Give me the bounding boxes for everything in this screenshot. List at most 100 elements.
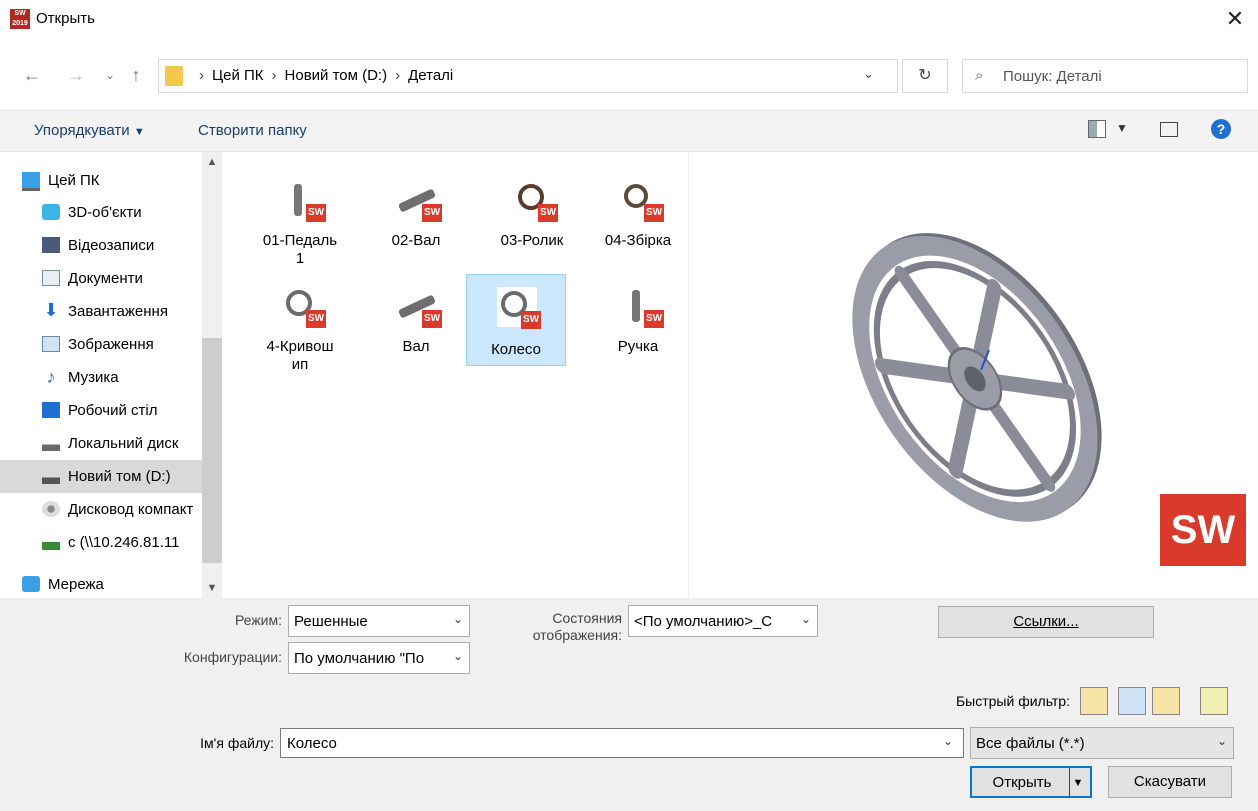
address-bar[interactable]: › Цей ПК › Новий том (D:) › Деталі ⌄	[158, 59, 898, 93]
file-name: 02-Вал	[391, 232, 441, 249]
breadcrumb-item[interactable]: Деталі	[408, 67, 453, 84]
filename-value: Колесо	[287, 735, 337, 752]
search-icon: ⌕	[975, 67, 984, 84]
sidebar-item-music[interactable]: ♪ Музика	[0, 361, 202, 394]
filter-assemblies-icon[interactable]	[1118, 687, 1146, 715]
filter-top-level-assemblies-icon[interactable]	[1200, 687, 1228, 715]
assembly-file-icon: SW	[620, 180, 664, 222]
sidebar-item-videos[interactable]: Відеозаписи	[0, 229, 202, 262]
file-item-selected[interactable]: SW Колесо	[466, 274, 566, 366]
sidebar-item-drive-d[interactable]: Новий том (D:)	[0, 460, 202, 493]
file-name: 4-Кривош	[266, 338, 334, 355]
references-button[interactable]: Ссылки...	[938, 606, 1154, 638]
filename-input[interactable]: Колесо ⌄	[280, 728, 964, 758]
refresh-icon[interactable]: ↻	[902, 59, 948, 93]
part-file-icon: SW	[514, 180, 558, 222]
new-folder-button[interactable]: Створити папку	[198, 122, 307, 139]
mode-value: Решенные	[294, 613, 368, 630]
sidebar-item-downloads[interactable]: ⬇ Завантаження	[0, 295, 202, 328]
3d-objects-icon	[42, 204, 60, 220]
file-item[interactable]: SW Ручка	[588, 278, 688, 370]
chevron-down-icon[interactable]: ⌄	[943, 734, 953, 748]
sidebar-item-cd-drive[interactable]: Дисковод компакт	[0, 493, 202, 526]
sidebar-item-network-drive[interactable]: c (\\10.246.81.11	[0, 526, 202, 559]
up-arrow-icon[interactable]: ↑	[124, 60, 148, 90]
file-name: 03-Ролик	[500, 232, 564, 249]
close-icon[interactable]: ✕	[1220, 4, 1250, 34]
file-item[interactable]: SW 03-Ролик	[482, 172, 582, 264]
display-states-select[interactable]: <По умолчанию>_С ⌄	[628, 605, 818, 637]
filter-parts-icon[interactable]	[1080, 687, 1108, 715]
configurations-value: По умолчанию "По	[294, 650, 425, 667]
sidebar-scrollbar-thumb[interactable]	[202, 338, 222, 563]
chevron-down-icon[interactable]: ⌄	[863, 66, 874, 82]
cd-drive-icon	[42, 501, 60, 517]
cancel-button[interactable]: Скасувати	[1108, 766, 1232, 798]
drive-icon	[42, 468, 60, 484]
help-icon[interactable]: ?	[1211, 119, 1231, 139]
scroll-down-icon[interactable]: ▼	[202, 578, 222, 598]
part-file-icon: SW	[282, 286, 326, 328]
solidworks-app-icon: SW 2019	[10, 9, 30, 29]
file-item[interactable]: SW Вал	[366, 278, 466, 370]
sidebar-item-this-pc[interactable]: Цей ПК	[0, 164, 202, 197]
filename-label: Ім'я файлу:	[200, 735, 274, 751]
quick-filter-label: Быстрый фильтр:	[955, 693, 1070, 709]
part-file-icon: SW	[620, 286, 664, 328]
breadcrumb-item[interactable]: Цей ПК	[212, 67, 264, 84]
organize-menu-button[interactable]: Упорядкувати ▼	[34, 122, 145, 139]
folder-icon	[165, 66, 183, 86]
preview-pane-icon[interactable]	[1160, 122, 1178, 137]
file-item[interactable]: SW 02-Вал	[366, 172, 466, 264]
file-item[interactable]: SW 01-Педаль 1	[250, 172, 350, 267]
file-name: Колесо	[491, 341, 541, 358]
file-name: 01-Педаль	[262, 232, 338, 249]
videos-icon	[42, 237, 60, 253]
chevron-down-icon: ⌄	[800, 612, 811, 626]
open-button[interactable]: Открыть ▼	[970, 766, 1092, 798]
chevron-down-icon: ⌄	[452, 649, 463, 663]
chevron-down-icon: ⌄	[1216, 734, 1227, 748]
downloads-icon: ⬇	[43, 300, 59, 320]
part-file-icon: SW	[397, 180, 442, 222]
file-item[interactable]: SW 04-Збірка	[588, 172, 688, 264]
change-view-icon[interactable]	[1088, 120, 1106, 138]
file-item[interactable]: SW 4-Кривош ип	[250, 278, 350, 373]
file-name-wrap: 1	[295, 250, 305, 267]
search-input[interactable]: ⌕ Пошук: Деталі	[962, 59, 1248, 93]
part-file-icon: SW	[397, 286, 442, 328]
documents-icon	[42, 270, 60, 286]
sidebar-item-local-disk[interactable]: Локальний диск	[0, 427, 202, 460]
file-type-value: Все файлы (*.*)	[976, 735, 1085, 752]
sidebar-item-3d-objects[interactable]: 3D-об'єкти	[0, 196, 202, 229]
computer-icon	[22, 172, 40, 191]
recent-locations-chevron-icon[interactable]: ⌄	[98, 60, 122, 90]
title-bar: SW 2019 Открыть ✕	[0, 0, 1258, 40]
sidebar-item-pictures[interactable]: Зображення	[0, 328, 202, 361]
scroll-up-icon[interactable]: ▲	[202, 152, 222, 172]
window-title: Открыть	[36, 10, 95, 27]
navigation-pane: Цей ПК 3D-об'єкти Відеозаписи Документи …	[0, 152, 222, 598]
file-list: SW 01-Педаль 1 SW 02-Вал SW 03-Ролик SW 0…	[232, 152, 688, 598]
file-type-select[interactable]: Все файлы (*.*) ⌄	[970, 727, 1234, 759]
part-file-icon: SW	[282, 180, 326, 222]
mode-label: Режим:	[234, 612, 282, 628]
view-dropdown-icon[interactable]: ▼	[1116, 121, 1128, 135]
open-dropdown-icon[interactable]: ▼	[1069, 768, 1086, 798]
music-icon: ♪	[46, 367, 56, 387]
sidebar-item-desktop[interactable]: Робочий стіл	[0, 394, 202, 427]
network-icon	[22, 576, 40, 592]
chevron-right-icon: ›	[395, 67, 401, 84]
sidebar-item-network[interactable]: Мережа	[0, 568, 202, 601]
display-states-value: <По умолчанию>_С	[634, 613, 773, 630]
file-name-wrap: ип	[291, 356, 309, 373]
network-drive-icon	[42, 534, 60, 550]
configurations-select[interactable]: По умолчанию "По ⌄	[288, 642, 470, 674]
filter-drawings-icon[interactable]	[1152, 687, 1180, 715]
sidebar-item-documents[interactable]: Документи	[0, 262, 202, 295]
search-placeholder: Пошук: Деталі	[1003, 68, 1102, 85]
forward-arrow-icon[interactable]: →	[64, 60, 88, 90]
mode-select[interactable]: Решенные ⌄	[288, 605, 470, 637]
breadcrumb-item[interactable]: Новий том (D:)	[285, 67, 388, 84]
back-arrow-icon[interactable]: ←	[20, 60, 44, 90]
